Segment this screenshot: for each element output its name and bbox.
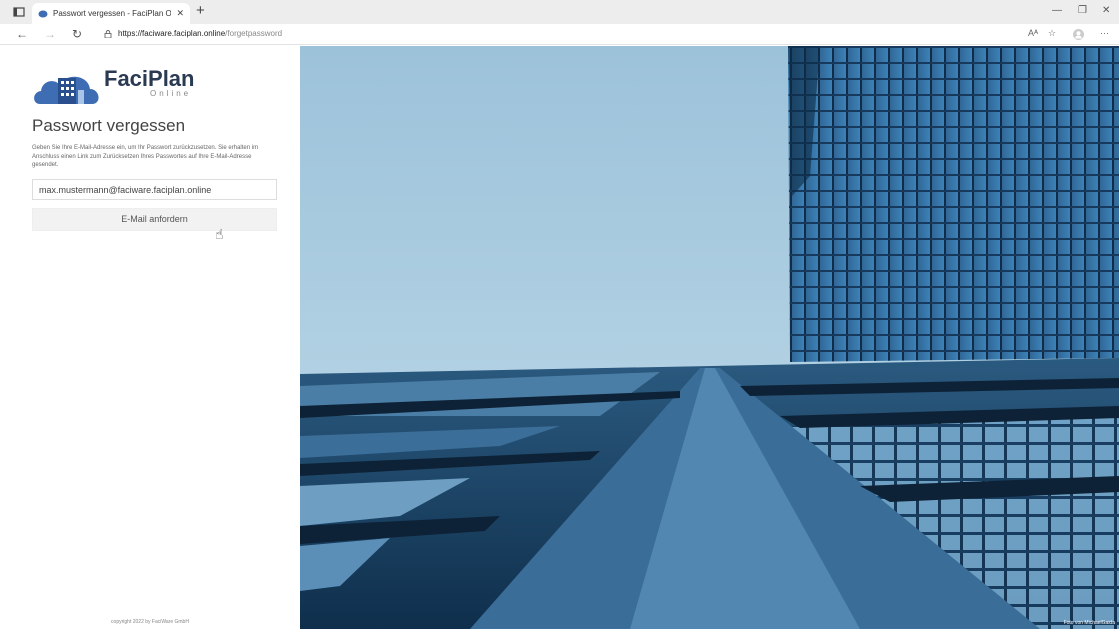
url-path: /forgetpassword [225,29,283,38]
url-field[interactable]: https://faciware.faciplan.online/forgetp… [118,29,282,38]
request-email-button[interactable]: E-Mail anfordern [32,208,277,231]
hand-cursor-icon: ☝ [215,226,224,242]
page-title: Passwort vergessen [32,116,186,135]
skyscraper-image [300,46,1119,629]
background-photo: Foto von MichaelGaida [300,46,1119,629]
tab-title: Passwort vergessen - FaciPlan O [53,9,172,18]
minimize-icon[interactable]: — [1052,5,1062,16]
sidebar-icon[interactable] [12,5,26,19]
browser-tab-bar: Passwort vergessen - FaciPlan O ✕ + — ❐ … [0,0,1119,24]
reload-icon[interactable]: ↻ [72,27,82,41]
browser-tab[interactable]: Passwort vergessen - FaciPlan O ✕ [32,3,190,24]
page: FaciPlan Online Passwort vergessen Geben… [0,46,1119,629]
new-tab-icon[interactable]: + [196,3,205,19]
favorites-icon[interactable]: ☆ [1048,28,1056,39]
lock-icon[interactable] [104,30,112,38]
tab-favicon [38,10,48,18]
read-aloud-icon[interactable]: Aᴬ [1028,28,1038,38]
brand-subtitle: Online [150,89,192,98]
back-icon[interactable]: ← [16,27,28,41]
email-field[interactable] [32,179,277,200]
restore-icon[interactable]: ❐ [1078,5,1087,16]
form-description: Geben Sie Ihre E-Mail-Adresse ein, um Ih… [32,145,259,168]
address-bar: ← → ↻ https://faciware.faciplan.online/f… [0,24,1119,45]
copyright-text: copyright 2022 by FaciWare GmbH [111,619,189,625]
forward-icon[interactable]: → [44,27,56,41]
login-panel: FaciPlan Online Passwort vergessen Geben… [0,46,300,629]
window-close-icon[interactable]: ✕ [1102,5,1110,16]
profile-icon[interactable] [1073,29,1084,40]
url-host: https://faciware.faciplan.online [118,29,226,38]
more-icon[interactable]: ··· [1100,28,1109,38]
close-icon[interactable]: ✕ [176,8,184,19]
photo-credit: Foto von MichaelGaida [1063,620,1115,626]
